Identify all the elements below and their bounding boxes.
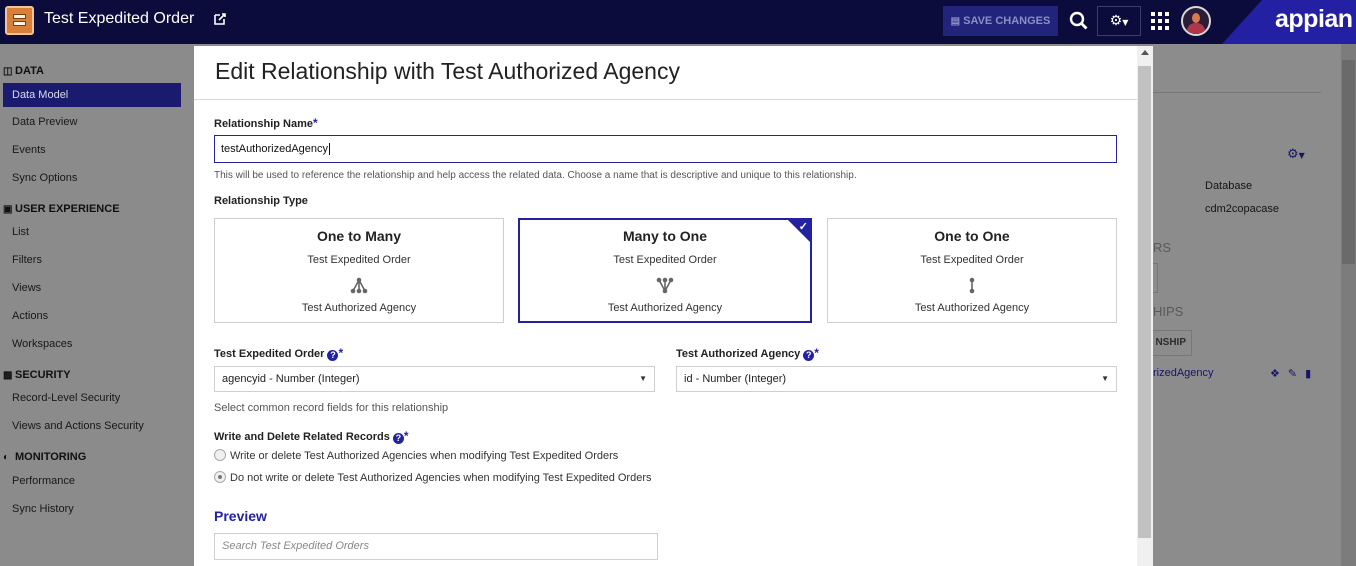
floppy-disk-icon: ▤ — [950, 16, 961, 27]
background-section-fragment: RS — [1153, 240, 1172, 255]
write-option-allow[interactable]: Write or delete Test Authorized Agencies… — [214, 449, 618, 462]
caret-down-icon: ▼ — [1122, 18, 1129, 27]
sidebar-item-actions[interactable]: Actions — [12, 310, 48, 322]
card-target: Test Authorized Agency — [301, 302, 417, 314]
gauge-icon: ◐ — [3, 452, 10, 463]
edit-icon: ✎ — [1287, 367, 1298, 380]
search-icon[interactable] — [1068, 10, 1090, 32]
sidebar-item-data-model[interactable]: Data Model — [3, 83, 181, 107]
background-gear-icon: ⚙▼ — [1287, 147, 1305, 162]
relationship-type-many-to-one[interactable]: ✓ Many to One Test Expedited Order Test … — [518, 218, 812, 323]
sidebar-item-filters[interactable]: Filters — [12, 254, 42, 266]
background-row-actions: ❖ ✎ ▮ — [1270, 367, 1319, 380]
relationship-name-label: Relationship Name* — [214, 116, 318, 130]
left-sidebar: ◫ DATA Data Model Data Preview Events Syn… — [0, 44, 193, 566]
relationship-diagram-icon: ❖ — [1270, 367, 1280, 380]
many-to-one-icon — [655, 277, 675, 295]
relationship-name-hint: This will be used to reference the relat… — [214, 170, 857, 181]
scroll-up-icon[interactable] — [1141, 50, 1149, 55]
radio-button-selected[interactable] — [214, 471, 226, 483]
card-source: Test Expedited Order — [307, 254, 411, 266]
dialog-title-divider — [194, 99, 1137, 100]
dialog-title: Edit Relationship with Test Authorized A… — [215, 58, 680, 84]
sidebar-item-views-actions-security[interactable]: Views and Actions Security — [12, 420, 144, 432]
one-to-one-icon — [962, 277, 982, 295]
relationship-type-one-to-one[interactable]: One to One Test Expedited Order Test Aut… — [827, 218, 1117, 323]
lock-icon: ▩ — [3, 370, 13, 381]
sidebar-item-performance[interactable]: Performance — [12, 475, 75, 487]
relationship-type-one-to-many[interactable]: One to Many Test Expedited Order Test Au… — [214, 218, 504, 323]
card-title: One to One — [934, 228, 1010, 244]
page-scrollbar — [1341, 44, 1356, 566]
scroll-thumb[interactable] — [1138, 66, 1151, 538]
help-icon[interactable]: ? — [327, 350, 339, 361]
one-to-many-icon — [349, 277, 369, 295]
background-relationship-link: rizedAgency — [1153, 367, 1214, 379]
background-divider — [1153, 92, 1321, 93]
sidebar-section-user-experience: ▣ USER EXPERIENCE — [3, 203, 120, 215]
appian-logo: appian — [1275, 5, 1353, 33]
card-target: Test Authorized Agency — [607, 302, 723, 314]
background-source-label: Database — [1205, 180, 1253, 192]
external-edit-icon[interactable] — [213, 12, 227, 30]
caret-down-icon: ▼ — [639, 374, 647, 383]
relationship-type-label: Relationship Type — [214, 195, 308, 207]
help-icon[interactable]: ? — [803, 350, 815, 361]
user-avatar[interactable] — [1181, 6, 1211, 36]
card-source: Test Expedited Order — [920, 254, 1024, 266]
sidebar-item-events[interactable]: Events — [12, 144, 46, 156]
relationship-name-input[interactable]: testAuthorizedAgency — [214, 135, 1117, 163]
settings-menu-button[interactable]: ⚙▼ — [1097, 6, 1141, 36]
save-changes-button[interactable]: ▤ SAVE CHANGES — [943, 6, 1058, 36]
app-grid-icon[interactable] — [1151, 12, 1169, 30]
sidebar-item-views[interactable]: Views — [12, 282, 41, 294]
database-icon: ◫ — [3, 66, 13, 77]
card-title: Many to One — [622, 228, 707, 244]
sidebar-section-data: ◫ DATA — [3, 65, 44, 77]
sidebar-item-list[interactable]: List — [12, 226, 29, 238]
save-changes-label: SAVE CHANGES — [963, 15, 1051, 27]
target-field-select[interactable]: id - Number (Integer) ▼ — [676, 366, 1117, 392]
edit-relationship-dialog: Edit Relationship with Test Authorized A… — [194, 46, 1153, 566]
source-field-select[interactable]: agencyid - Number (Integer) ▼ — [214, 366, 655, 392]
top-header: Test Expedited Order ▤ SAVE CHANGES ⚙▼ ap… — [0, 0, 1356, 44]
preview-search-input[interactable]: Search Test Expedited Orders — [214, 533, 658, 560]
write-option-deny[interactable]: Do not write or delete Test Authorized A… — [214, 471, 652, 484]
cabinet-icon — [5, 6, 34, 35]
sidebar-section-monitoring: ◐ MONITORING — [3, 451, 87, 463]
card-source: Test Expedited Order — [613, 254, 717, 266]
sidebar-item-workspaces[interactable]: Workspaces — [12, 338, 72, 350]
sidebar-item-sync-options[interactable]: Sync Options — [12, 172, 77, 184]
background-source-value: cdm2copacase — [1205, 203, 1279, 215]
dialog-scrollbar[interactable] — [1137, 46, 1153, 566]
record-type-title: Test Expedited Order — [44, 10, 195, 27]
target-field-label: Test Authorized Agency? * — [676, 346, 819, 361]
background-add-relationship-button: NSHIP — [1150, 330, 1192, 356]
source-field-label: Test Expedited Order? * — [214, 346, 344, 361]
card-target: Test Authorized Agency — [914, 302, 1030, 314]
preview-heading: Preview — [214, 508, 267, 524]
card-title: One to Many — [316, 228, 401, 244]
caret-down-icon: ▼ — [1101, 374, 1109, 383]
sidebar-item-sync-history[interactable]: Sync History — [12, 503, 74, 515]
fields-hint: Select common record fields for this rel… — [214, 402, 449, 414]
radio-button[interactable] — [214, 449, 226, 461]
gear-icon: ⚙ — [1109, 13, 1123, 29]
background-relationships-heading: HIPS — [1153, 304, 1184, 319]
sidebar-item-data-preview[interactable]: Data Preview — [12, 116, 77, 128]
trash-icon: ▮ — [1305, 367, 1312, 380]
help-icon[interactable]: ? — [392, 433, 404, 444]
sidebar-item-record-level-security[interactable]: Record-Level Security — [12, 392, 120, 404]
write-delete-label: Write and Delete Related Records? * — [214, 429, 409, 444]
sidebar-section-security: ▩ SECURITY — [3, 369, 71, 381]
monitor-icon: ▣ — [3, 204, 13, 215]
